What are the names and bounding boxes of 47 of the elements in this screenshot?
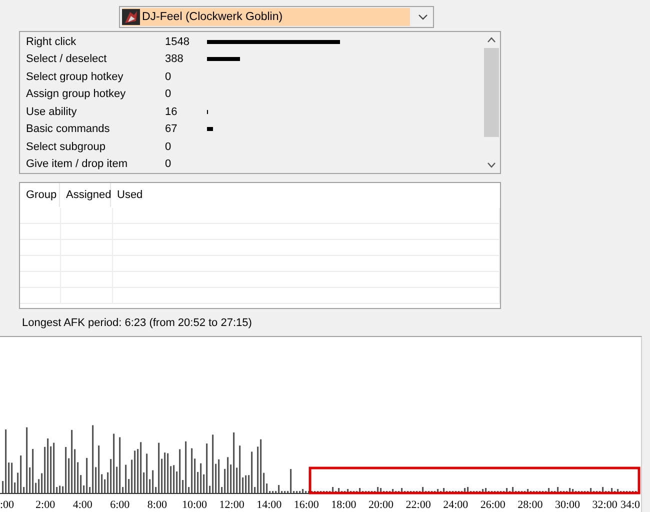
caret-icon <box>418 14 428 20</box>
axis-label: 18:00 <box>331 499 356 511</box>
axis-label: 32:00 <box>592 499 618 511</box>
column-header[interactable]: Assigned <box>60 183 111 207</box>
axis-label: 16:00 <box>294 499 319 511</box>
action-name: Select subgroup <box>25 140 106 153</box>
scroll-thumb[interactable] <box>484 48 499 137</box>
column-header[interactable]: Group <box>20 183 60 207</box>
action-name: Select / deselect <box>25 53 108 66</box>
axis-label: 24:00 <box>443 499 468 511</box>
axis-label: 12:00 <box>219 499 244 511</box>
action-count: 16 <box>165 106 178 118</box>
axis-label: 20:00 <box>368 499 394 511</box>
action-name: Basic commands <box>25 123 111 136</box>
action-count: 1548 <box>165 36 190 48</box>
action-name: Use ability <box>25 106 78 118</box>
axis-label: 22:00 <box>406 499 431 511</box>
axis-label: 4:00 <box>72 499 92 511</box>
axis-label: 2:00 <box>36 499 56 511</box>
action-count: 67 <box>165 123 178 136</box>
action-name: Give item / drop item <box>25 158 128 170</box>
afk-summary: Longest AFK period: 6:23 (from 20:52 to 27:15) <box>22 316 253 330</box>
hero-portrait-icon <box>122 9 140 25</box>
action-name: Assign group hotkey <box>25 88 127 100</box>
axis-label: 14:00 <box>256 499 282 511</box>
action-count: 388 <box>165 53 184 66</box>
count-bar <box>207 57 240 62</box>
action-count: 0 <box>165 70 172 83</box>
count-bar <box>207 127 213 132</box>
axis-label: 6:00 <box>110 499 130 511</box>
action-name: Select group hotkey <box>25 70 124 83</box>
scroll-down-icon[interactable] <box>487 162 496 168</box>
action-count: 0 <box>165 88 172 100</box>
action-name: Right click <box>25 36 78 48</box>
hero-dropdown[interactable]: DJ-Feel (Clockwerk Goblin) <box>119 6 434 28</box>
axis-label: 34:0 <box>620 499 640 511</box>
axis-label: 28:00 <box>518 499 543 511</box>
action-count: 0 <box>165 140 172 153</box>
axis-label: 10:00 <box>182 499 208 511</box>
axis-label: 30:00 <box>554 499 580 511</box>
action-count: 0 <box>165 158 172 170</box>
dropdown-value: DJ-Feel (Clockwerk Goblin) <box>142 11 283 23</box>
axis-label: 8:00 <box>147 499 167 511</box>
axis-label: :00 <box>0 499 14 511</box>
axis-label: 26:00 <box>480 499 506 511</box>
scroll-up-icon[interactable] <box>487 37 496 43</box>
column-header[interactable]: Used <box>111 183 500 207</box>
